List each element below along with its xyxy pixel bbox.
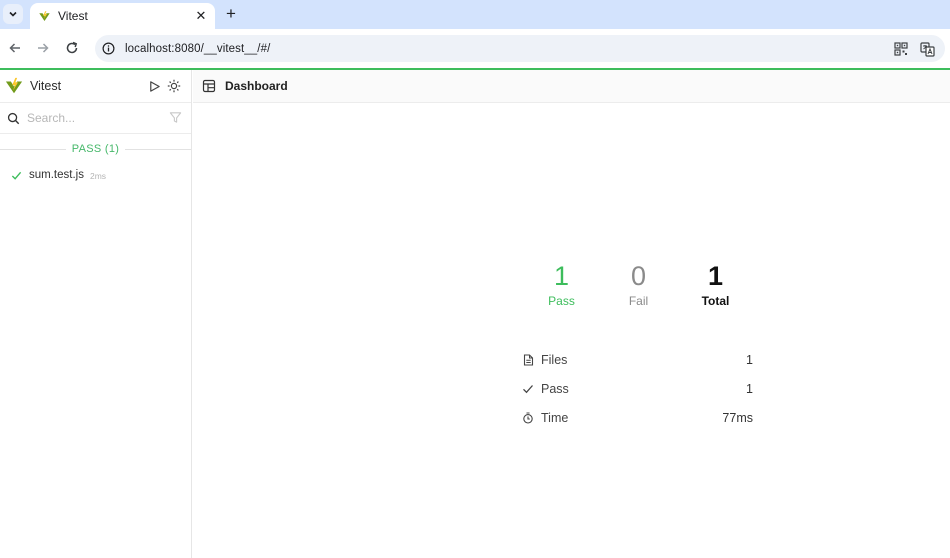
address-bar[interactable]: localhost:8080/__vitest__/#/ — [95, 35, 945, 62]
forward-button[interactable] — [34, 39, 52, 57]
back-button[interactable] — [6, 39, 24, 57]
reload-icon — [66, 41, 78, 54]
pass-section-header: PASS (1) — [0, 134, 191, 164]
browser-tab-vitest[interactable]: Vitest ✕ — [30, 3, 215, 29]
file-icon — [522, 353, 534, 366]
chevron-down-icon — [9, 11, 17, 17]
site-info-icon[interactable] — [101, 42, 115, 56]
app-title: Vitest — [30, 79, 62, 93]
search-icon — [7, 112, 20, 124]
tab-list-button[interactable] — [3, 4, 23, 24]
summary-value: 77ms — [722, 410, 753, 425]
summary-row-time: Time 77ms — [522, 403, 753, 432]
pass-count: 1 — [553, 261, 570, 291]
test-stats: 1 Pass 0 Fail 1 Total — [523, 260, 754, 308]
summary-value: 1 — [746, 381, 753, 396]
reload-button[interactable] — [63, 39, 81, 57]
toggle-theme-button[interactable] — [167, 79, 181, 93]
new-tab-button[interactable]: + — [222, 4, 240, 23]
summary-list: Files 1 Pass 1 Time 77ms — [522, 345, 753, 432]
search-input[interactable] — [27, 111, 157, 125]
vitest-favicon-icon — [39, 10, 50, 21]
test-file-duration: 2ms — [89, 171, 107, 181]
sidebar-header: Vitest — [0, 70, 191, 103]
filter-button[interactable] — [169, 111, 182, 129]
tab-close-button[interactable]: ✕ — [193, 8, 209, 24]
dashboard-icon — [202, 79, 216, 93]
stat-fail: 0 Fail — [600, 260, 677, 308]
pass-section-label: PASS (1) — [65, 143, 126, 155]
fail-count: 0 — [630, 261, 647, 291]
sidebar: Vitest PASS (1) sum.test.js 2ms — [0, 70, 192, 558]
stat-total: 1 Total — [677, 260, 754, 308]
total-count: 1 — [707, 261, 724, 291]
summary-row-pass: Pass 1 — [522, 374, 753, 403]
total-label: Total — [701, 294, 730, 308]
play-icon — [149, 80, 160, 92]
browser-toolbar: localhost:8080/__vitest__/#/ — [0, 29, 950, 68]
run-all-button[interactable] — [147, 79, 161, 93]
filter-icon — [169, 112, 182, 123]
arrow-right-icon — [38, 43, 49, 53]
vitest-logo-icon — [5, 77, 23, 94]
main-header: Dashboard — [193, 70, 950, 103]
pass-label: Pass — [548, 294, 575, 308]
check-icon — [11, 171, 22, 180]
test-file-name: sum.test.js — [29, 169, 84, 181]
stat-pass: 1 Pass — [523, 260, 600, 308]
url-text[interactable]: localhost:8080/__vitest__/#/ — [125, 43, 270, 55]
fail-label: Fail — [628, 294, 649, 308]
tab-title: Vitest — [58, 9, 88, 23]
sun-icon — [167, 79, 181, 93]
test-file-item[interactable]: sum.test.js 2ms — [0, 164, 191, 186]
timer-icon — [522, 411, 534, 424]
summary-label: Pass — [541, 381, 569, 396]
page-title: Dashboard — [225, 79, 288, 93]
arrow-left-icon — [9, 43, 20, 53]
summary-label: Files — [541, 352, 568, 367]
main-panel: Dashboard 1 Pass 0 Fail 1 Total Files 1 … — [193, 70, 950, 558]
browser-tab-strip: Vitest ✕ + — [0, 0, 950, 29]
summary-label: Time — [541, 410, 569, 425]
qr-code-icon[interactable] — [893, 41, 909, 57]
summary-value: 1 — [746, 352, 753, 367]
search-row — [0, 103, 191, 134]
check-icon — [522, 383, 534, 395]
translate-icon[interactable] — [919, 41, 935, 57]
summary-row-files: Files 1 — [522, 345, 753, 374]
